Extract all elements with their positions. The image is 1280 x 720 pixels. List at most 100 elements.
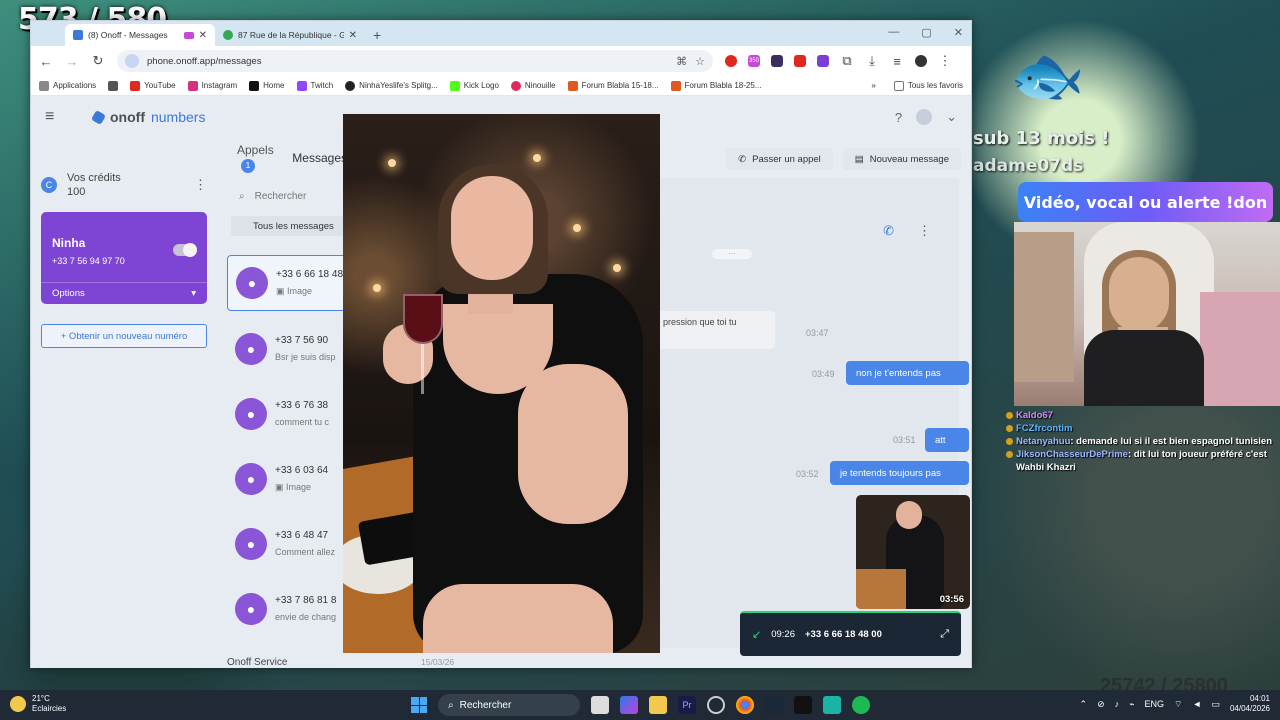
list-item[interactable]: ● +33 6 48 47 Comment allez — [227, 516, 347, 572]
tab-maps[interactable]: 87 Rue de la République - Goo ✕ — [215, 24, 365, 46]
hamburger-menu-icon[interactable]: ≡ — [45, 108, 63, 126]
opera-icon[interactable] — [725, 55, 737, 67]
spotify-icon[interactable] — [852, 696, 870, 714]
number-toggle[interactable] — [173, 243, 197, 257]
chat-message: FCZfrcontim — [1006, 422, 1280, 435]
message-time: 03:49 — [812, 369, 835, 379]
jvc-icon — [670, 80, 681, 91]
extension-icon[interactable] — [794, 55, 806, 67]
chrome-icon[interactable] — [736, 696, 754, 714]
bookmark-ninouille[interactable]: Ninouille — [510, 80, 556, 91]
file-explorer-icon[interactable] — [649, 696, 667, 714]
bookmark-home[interactable]: Home — [249, 80, 285, 91]
language-indicator[interactable]: ENG — [1145, 699, 1165, 709]
premiere-icon[interactable]: Pr — [678, 696, 696, 714]
shield-icon[interactable] — [817, 55, 829, 67]
sent-image-message[interactable]: 03:56 — [856, 495, 970, 609]
wifi-icon[interactable]: ⌔ — [1174, 699, 1182, 710]
list-item[interactable]: ● +33 7 86 81 8 envie de chang — [227, 581, 347, 637]
new-tab-button[interactable]: + — [365, 24, 389, 46]
windows-start-icon[interactable] — [411, 697, 427, 713]
star-icon[interactable]: ☆ — [695, 55, 705, 68]
volume-icon[interactable]: ◄ — [1193, 699, 1202, 709]
active-call-widget[interactable]: ↙ 09:26 +33 6 66 18 48 00 ⤢ — [740, 611, 961, 656]
extension-icon[interactable] — [771, 55, 783, 67]
stream-chat: Kaldo67 FCZfrcontim Netanyahuu: demande … — [1006, 409, 1280, 474]
network-icon[interactable]: ⌁ — [1129, 699, 1134, 710]
list-item[interactable]: ● +33 7 56 90 Bsr je suis disp — [227, 321, 347, 377]
phone-icon[interactable]: ✆ — [883, 223, 894, 239]
close-tab-icon[interactable]: ✕ — [199, 30, 207, 41]
obs-icon[interactable] — [707, 696, 725, 714]
bookmark-grid[interactable] — [108, 80, 119, 91]
mic-icon[interactable]: ♪ — [1115, 699, 1120, 709]
tiktok-icon[interactable] — [794, 696, 812, 714]
bookmark-forum-1825[interactable]: Forum Blabla 18-25... — [670, 80, 761, 91]
expand-icon[interactable]: ⤢ — [940, 628, 949, 641]
battery-icon[interactable]: ▭ — [1211, 699, 1220, 710]
list-item[interactable]: ● +33 6 76 38 comment tu c — [227, 386, 347, 442]
list-item[interactable]: ● +33 6 66 18 48 00▣ Image — [227, 255, 347, 311]
download-icon[interactable]: ⤓ — [865, 53, 879, 69]
tab-messages[interactable]: Messages — [292, 151, 347, 165]
partly-sunny-icon — [10, 696, 26, 712]
menu-dots-icon[interactable]: ⋮ — [938, 53, 952, 69]
copilot-icon[interactable] — [620, 696, 638, 714]
filter-all-messages[interactable]: Tous les messages — [231, 216, 351, 236]
close-window-icon[interactable]: ✕ — [954, 26, 963, 39]
maximize-icon[interactable]: ▢ — [921, 26, 931, 39]
number-card[interactable]: Ninha +33 7 56 94 97 70 Options ▾ — [41, 212, 207, 304]
site-info-icon[interactable] — [125, 54, 139, 68]
options-dropdown[interactable]: Options ▾ — [41, 282, 207, 304]
profile-avatar[interactable] — [915, 55, 927, 67]
chevron-up-icon[interactable]: ⌃ — [1080, 699, 1088, 710]
forward-icon[interactable]: → — [65, 54, 79, 69]
bookmark-twitch[interactable]: Twitch — [296, 80, 333, 91]
more-vert-icon[interactable]: ⋮ — [194, 177, 207, 193]
puzzle-icon[interactable]: ⧉ — [840, 53, 854, 69]
get-new-number-button[interactable]: + Obtenir un nouveau numéro — [41, 324, 207, 348]
weather-widget[interactable]: 21°C Eclaircies — [10, 694, 66, 714]
tab-onoff-messages[interactable]: (8) Onoff - Messages ✕ — [65, 24, 215, 46]
bookmark-forum-1518[interactable]: Forum Blabla 15-18... — [567, 80, 659, 91]
user-avatar[interactable] — [916, 109, 933, 125]
clock[interactable]: 04:01 04/04/2026 — [1230, 694, 1270, 714]
ext-badge-icon[interactable]: 350 — [748, 55, 760, 67]
bookmark-splitgate[interactable]: NinhaYeslife's Splitg... — [345, 80, 438, 91]
grid-icon — [108, 80, 119, 91]
chevron-down-icon[interactable]: ⌄ — [946, 109, 957, 125]
tab-calls[interactable]: Appels1 — [237, 143, 276, 173]
list-item[interactable]: ● +33 6 03 64 ▣ Image — [227, 451, 347, 507]
all-favorites-folder[interactable]: Tous les favoris — [893, 80, 963, 91]
chevron-right-icon[interactable]: » — [871, 81, 875, 90]
twitch-icon — [296, 80, 307, 91]
bookmark-kick[interactable]: Kick Logo — [449, 80, 499, 91]
extensions-row: 350 ⧉ ⤓ ≡ ⋮ — [725, 53, 952, 69]
folder-icon — [893, 80, 904, 91]
bookmark-applications[interactable]: Applications — [39, 80, 96, 91]
bookmark-instagram[interactable]: Instagram — [187, 80, 237, 91]
search-input[interactable]: ⌕ Rechercher — [227, 182, 347, 210]
sub-alert-line2: adame07ds — [973, 156, 1084, 176]
onoff-logo[interactable]: onoff numbers — [90, 109, 205, 125]
steam-icon[interactable] — [765, 696, 783, 714]
reload-icon[interactable]: ↻ — [91, 53, 105, 69]
message-time: 03:51 — [893, 435, 916, 445]
app-icon[interactable] — [823, 696, 841, 714]
task-view-icon[interactable] — [591, 696, 609, 714]
image-preview[interactable] — [343, 114, 660, 653]
back-icon[interactable]: ← — [39, 54, 53, 69]
media-icon[interactable]: ≡ — [890, 54, 904, 69]
bookmark-youtube[interactable]: YouTube — [130, 80, 176, 91]
close-tab-icon[interactable]: ✕ — [349, 30, 357, 41]
translate-icon[interactable]: ⌘ — [676, 55, 687, 68]
more-vert-icon[interactable]: ⋮ — [918, 223, 931, 239]
help-icon[interactable]: ? — [895, 110, 902, 125]
url-input[interactable]: phone.onoff.app/messages ⌘ ☆ — [117, 50, 713, 72]
new-message-button[interactable]: ▤ Nouveau message — [842, 148, 961, 170]
minimize-icon[interactable]: — — [888, 26, 899, 39]
list-item-onoff-service[interactable]: Onoff Service — [227, 657, 287, 668]
taskbar-search[interactable]: ⌕ Rechercher — [438, 694, 580, 716]
call-button[interactable]: ✆ Passer un appel — [726, 148, 833, 170]
bell-off-icon[interactable]: ⊘ — [1097, 699, 1105, 710]
